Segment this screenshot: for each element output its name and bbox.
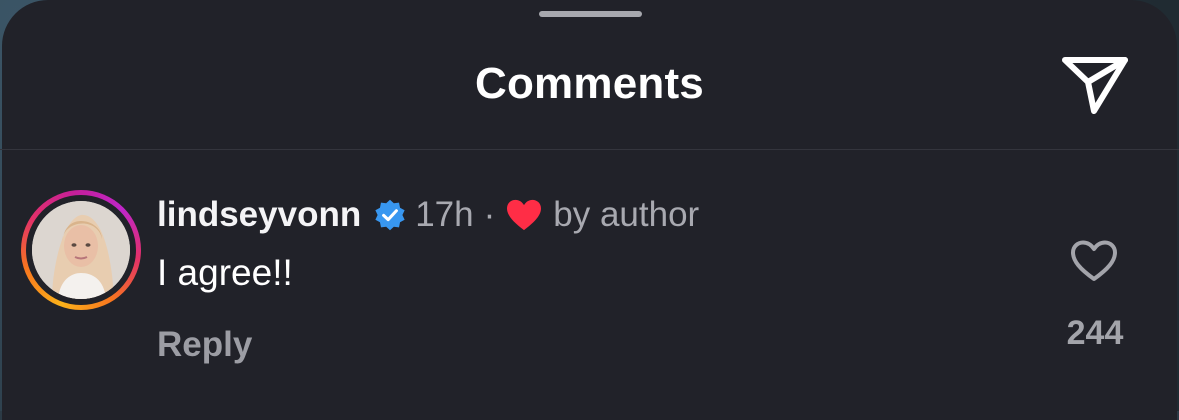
like-count: 244 <box>1066 314 1124 352</box>
reply-button[interactable]: Reply <box>157 322 252 368</box>
verified-badge-icon <box>375 199 405 231</box>
sheet-grabber-handle[interactable] <box>539 11 642 17</box>
header-divider <box>0 149 1179 150</box>
comment-timestamp: 17h <box>415 195 474 234</box>
meta-separator: · <box>483 195 496 234</box>
avatar-photo <box>32 201 130 299</box>
comment-header: lindseyvonn 17h · by author <box>157 190 699 240</box>
liked-by-author-label: by author <box>553 195 700 234</box>
paper-plane-icon <box>1062 57 1128 114</box>
red-heart-icon <box>507 199 542 231</box>
share-button[interactable] <box>1057 49 1133 119</box>
heart-outline-icon <box>1071 240 1117 281</box>
avatar[interactable] <box>32 201 130 299</box>
comment-username[interactable]: lindseyvonn <box>157 195 361 235</box>
comment-text: I agree!! <box>157 252 293 293</box>
page-title: Comments <box>475 59 704 108</box>
avatar-story-ring[interactable] <box>21 190 141 310</box>
like-button[interactable] <box>1066 236 1122 286</box>
